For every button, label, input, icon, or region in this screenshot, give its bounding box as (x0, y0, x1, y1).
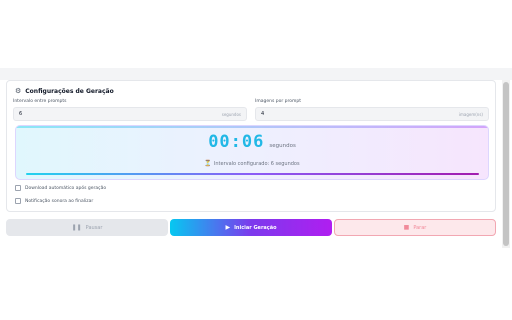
countdown-row: 00:06 segundos (16, 134, 488, 151)
interval-info-text: Intervalo configurado: 6 segundos (213, 161, 300, 167)
countdown-progress-fill (26, 173, 479, 175)
header-strip (0, 68, 512, 80)
interval-value[interactable]: 6 (19, 111, 222, 117)
images-label: Imagens por prompt (255, 99, 301, 104)
panel-title: Configurações de Geração (25, 87, 114, 95)
auto-download-label: Download automático após geração (25, 185, 107, 191)
images-input[interactable]: 4 imagem(ns) (255, 107, 489, 121)
sound-notification-checkbox[interactable] (15, 198, 21, 204)
generation-settings-panel: ⚙ Configurações de Geração Intervalo ent… (6, 80, 496, 212)
countdown-top-accent (16, 126, 488, 128)
stop-button[interactable]: ■ Parar (334, 219, 496, 236)
pause-button[interactable]: ❚❚ Pausar (6, 219, 168, 236)
pause-icon: ❚❚ (71, 224, 82, 231)
interval-info: ⏳ Intervalo configurado: 6 segundos (16, 160, 488, 167)
countdown-value: 00:06 (208, 132, 265, 152)
panel-header: ⚙ Configurações de Geração (15, 87, 114, 95)
auto-download-checkbox[interactable] (15, 185, 21, 191)
stop-button-label: Parar (413, 224, 427, 231)
images-value[interactable]: 4 (261, 111, 459, 117)
start-button-label: Iniciar Geração (234, 224, 277, 231)
countdown-progress-track (26, 173, 479, 175)
sound-notification-label: Notificação sonora ao finalizar (25, 198, 94, 204)
scrollbar-thumb[interactable] (503, 82, 509, 246)
auto-download-option[interactable]: Download automático após geração (15, 185, 106, 191)
interval-suffix: segundos (221, 111, 241, 117)
interval-input[interactable]: 6 segundos (13, 107, 247, 121)
sound-notification-option[interactable]: Notificação sonora ao finalizar (15, 198, 93, 204)
gear-icon: ⚙ (15, 87, 22, 95)
play-icon: ▶ (225, 224, 231, 231)
interval-label: Intervalo entre prompts (13, 99, 67, 104)
hourglass-icon: ⏳ (204, 160, 212, 167)
images-suffix: imagem(ns) (458, 111, 483, 117)
stop-icon: ■ (403, 224, 410, 231)
countdown-unit: segundos (269, 143, 296, 149)
countdown-card: 00:06 segundos ⏳ Intervalo configurado: 6… (15, 125, 489, 180)
start-generation-button[interactable]: ▶ Iniciar Geração (170, 219, 332, 236)
pause-button-label: Pausar (85, 224, 103, 231)
